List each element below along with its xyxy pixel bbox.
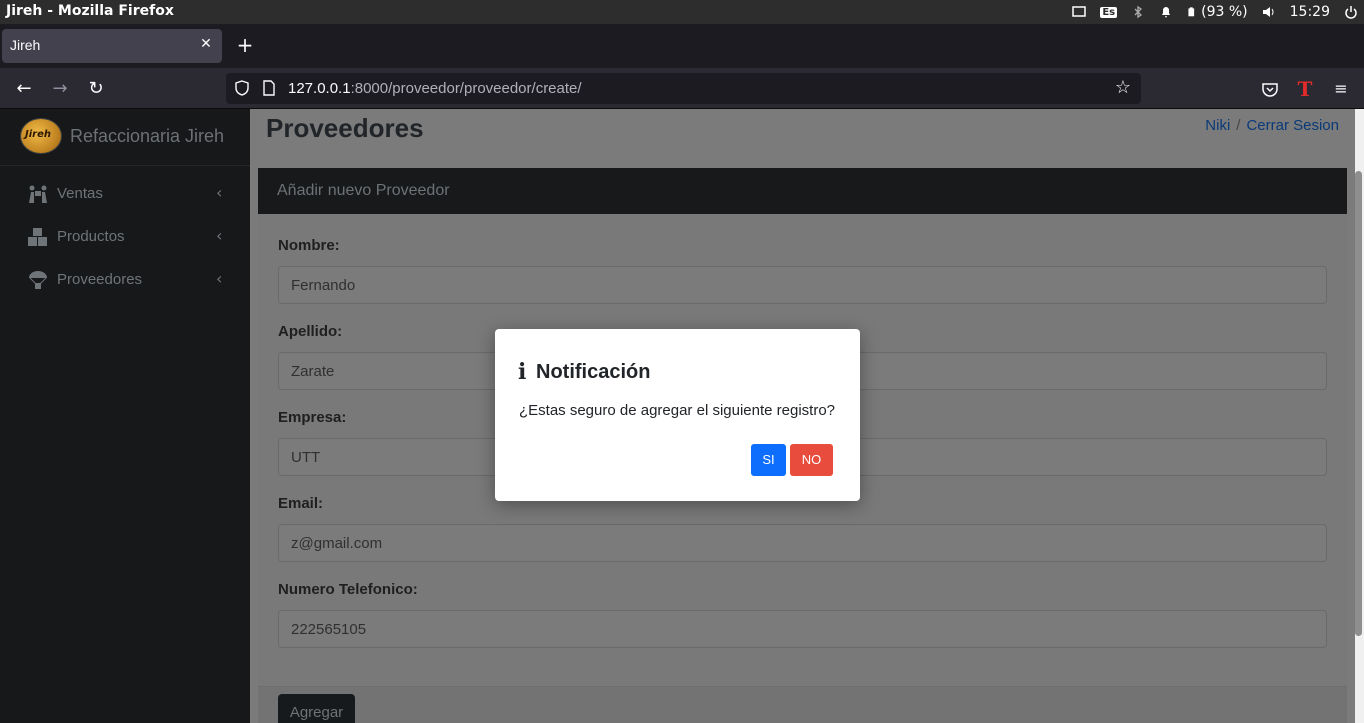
chevron-left-icon: ‹ — [216, 226, 223, 245]
nombre-input[interactable]: Fernando — [278, 266, 1327, 304]
battery-percent: (93 %) — [1201, 4, 1248, 20]
tab-title: Jireh — [10, 37, 41, 53]
screen-icon[interactable] — [1072, 5, 1087, 19]
page-title: Proveedores — [266, 113, 424, 143]
extension-t-icon[interactable]: T — [1294, 78, 1316, 100]
os-top-bar: Jireh - Mozilla Firefox Es (93 %) 15:29 — [0, 0, 1364, 24]
telefono-label: Numero Telefonico: — [278, 581, 418, 598]
sidebar-item-proveedores[interactable]: Proveedores ‹ — [0, 260, 250, 300]
volume-icon[interactable] — [1262, 5, 1276, 19]
people-carry-icon — [29, 185, 47, 203]
new-tab-icon[interactable]: + — [234, 34, 256, 56]
dialog-message: ¿Estas seguro de agregar el siguiente re… — [519, 402, 836, 419]
card-title: Añadir nuevo Proveedor — [277, 182, 450, 199]
chevron-left-icon: ‹ — [216, 183, 223, 202]
url-bar[interactable]: 127.0.0.1:8000/proveedor/proveedor/creat… — [226, 73, 1141, 104]
sidebar-item-label: Proveedores — [57, 271, 143, 288]
email-input[interactable]: z@gmail.com — [278, 524, 1327, 562]
empresa-label: Empresa: — [278, 409, 347, 426]
parachute-box-icon — [29, 271, 47, 289]
user-link[interactable]: Niki — [1205, 117, 1230, 134]
chevron-left-icon: ‹ — [216, 269, 223, 288]
bell-icon[interactable] — [1159, 5, 1173, 19]
page-icon[interactable] — [262, 80, 276, 96]
power-icon[interactable] — [1344, 5, 1358, 19]
boxes-icon — [28, 228, 47, 246]
breadcrumb-separator: / — [1236, 117, 1241, 134]
sidebar-item-productos[interactable]: Productos ‹ — [0, 217, 250, 257]
sidebar-item-ventas[interactable]: Ventas ‹ — [0, 174, 250, 214]
shield-icon[interactable] — [234, 80, 250, 96]
apellido-label: Apellido: — [278, 323, 343, 340]
hamburger-menu-icon[interactable]: ≡ — [1330, 78, 1352, 100]
keyboard-layout-indicator[interactable]: Es — [1100, 6, 1118, 18]
close-tab-icon[interactable]: ✕ — [198, 36, 214, 52]
user-breadcrumb: Niki / Cerrar Sesion — [1205, 117, 1339, 134]
browser-tab[interactable]: Jireh ✕ — [2, 29, 222, 63]
confirm-no-button[interactable]: NO — [790, 444, 833, 476]
clock[interactable]: 15:29 — [1290, 4, 1330, 20]
confirmation-dialog: i Notificación ¿Estas seguro de agregar … — [495, 329, 860, 501]
battery-status[interactable]: (93 %) — [1187, 4, 1248, 20]
brand-logo: Jireh — [21, 119, 61, 153]
bookmark-star-icon[interactable]: ☆ — [1113, 78, 1133, 98]
agregar-button[interactable]: Agregar — [278, 694, 355, 723]
url-host: 127.0.0.1 — [288, 80, 351, 97]
tab-strip: Jireh ✕ + — [0, 24, 1364, 68]
logo-text: Jireh — [25, 129, 51, 140]
card-header: Añadir nuevo Proveedor — [258, 168, 1347, 214]
sidebar-item-label: Productos — [57, 228, 125, 245]
page-viewport: Jireh Refaccionaria Jireh Ventas ‹ Produ… — [0, 109, 1364, 723]
reload-icon[interactable]: ↻ — [84, 77, 108, 101]
brand-text: Refaccionaria Jireh — [70, 126, 225, 146]
confirm-yes-button[interactable]: SI — [751, 444, 786, 476]
bluetooth-icon[interactable] — [1131, 5, 1145, 19]
system-tray: Es (93 %) 15:29 — [1072, 2, 1358, 22]
dialog-title: Notificación — [536, 361, 651, 383]
telefono-input[interactable]: 222565105 — [278, 610, 1327, 648]
back-icon[interactable]: ← — [12, 77, 36, 101]
forward-icon[interactable]: → — [48, 77, 72, 101]
navigation-bar: ← → ↻ 127.0.0.1:8000/proveedor/proveedor… — [0, 68, 1364, 109]
window-title: Jireh - Mozilla Firefox — [6, 3, 174, 19]
email-label: Email: — [278, 495, 324, 512]
sidebar: Jireh Refaccionaria Jireh Ventas ‹ Produ… — [0, 109, 250, 723]
battery-icon — [1188, 7, 1195, 17]
scrollbar-thumb[interactable] — [1355, 171, 1362, 636]
pocket-icon[interactable] — [1259, 78, 1281, 100]
url-text[interactable]: 127.0.0.1:8000/proveedor/proveedor/creat… — [288, 80, 582, 97]
brand[interactable]: Jireh Refaccionaria Jireh — [0, 109, 250, 166]
logout-link[interactable]: Cerrar Sesion — [1246, 117, 1339, 134]
nombre-label: Nombre: — [278, 237, 340, 254]
info-icon: i — [518, 359, 527, 385]
url-path: :8000/proveedor/proveedor/create/ — [350, 80, 582, 97]
sidebar-item-label: Ventas — [57, 185, 103, 202]
scrollbar[interactable] — [1355, 109, 1364, 723]
card-footer: Agregar — [258, 686, 1347, 723]
